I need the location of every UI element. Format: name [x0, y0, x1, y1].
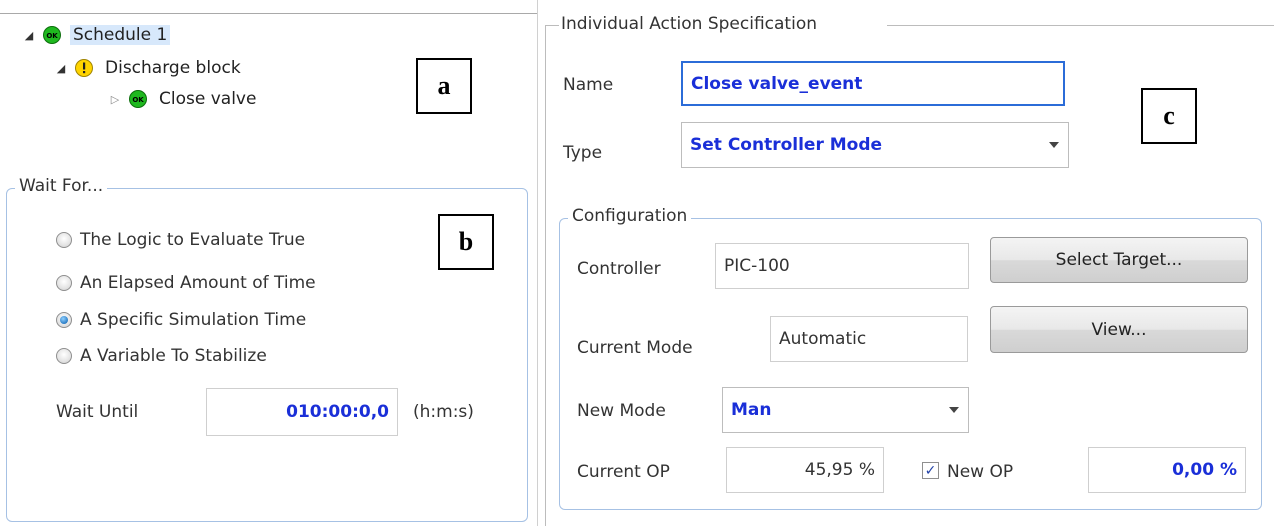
expand-triangle-icon[interactable]: ◢	[54, 62, 68, 75]
type-dropdown[interactable]: Set Controller Mode	[681, 122, 1069, 168]
current-mode-label: Current Mode	[577, 338, 693, 358]
svg-text:OK: OK	[46, 32, 58, 40]
type-value: Set Controller Mode	[690, 135, 883, 155]
dropdown-arrow-icon[interactable]	[949, 407, 959, 413]
name-label: Name	[563, 75, 614, 95]
current-op-label: Current OP	[577, 462, 670, 482]
controller-input[interactable]: PIC-100	[715, 243, 969, 289]
type-label: Type	[563, 143, 603, 163]
configuration-title: Configuration	[568, 206, 692, 226]
radio-variable-stabilize[interactable]: A Variable To Stabilize	[56, 346, 267, 366]
svg-text:OK: OK	[132, 96, 144, 104]
wait-until-unit: (h:m:s)	[413, 402, 474, 422]
ok-status-icon: OK	[43, 26, 61, 44]
group-frame-line	[887, 25, 1274, 26]
panel-divider	[0, 13, 537, 14]
schedule-tree-panel: ◢ OK Schedule 1 ◢ Discharge block ▷ OK C…	[0, 0, 537, 158]
ok-status-icon: OK	[129, 90, 147, 108]
tree-item-label: Schedule 1	[70, 25, 171, 45]
action-spec-title: Individual Action Specification	[561, 14, 817, 34]
check-icon: ✓	[924, 462, 937, 479]
tree-item-discharge-block[interactable]: ◢ Discharge block	[54, 55, 244, 81]
new-op-input[interactable]: 0,00 %	[1088, 447, 1246, 493]
wait-for-panel: Wait For... The Logic to Evaluate True A…	[0, 158, 537, 526]
current-op-input[interactable]: 45,95 %	[726, 447, 884, 493]
tree-item-close-valve[interactable]: ▷ OK Close valve	[108, 86, 259, 112]
warning-status-icon	[75, 59, 93, 77]
tree-item-label: Discharge block	[105, 58, 241, 78]
figure-label-b: b	[438, 214, 494, 270]
tree-item-schedule-1[interactable]: ◢ OK Schedule 1	[22, 22, 171, 48]
radio-label: A Variable To Stabilize	[80, 346, 267, 366]
collapsed-triangle-icon[interactable]: ▷	[108, 93, 122, 106]
wait-until-input[interactable]: 010:00:0,0	[206, 388, 398, 436]
expand-triangle-icon[interactable]: ◢	[22, 29, 36, 42]
dropdown-arrow-icon[interactable]	[1049, 142, 1059, 148]
group-frame-line	[545, 25, 546, 526]
new-mode-value: Man	[731, 400, 772, 420]
tree-item-label: Close valve	[159, 89, 257, 109]
radio-button[interactable]	[56, 348, 72, 364]
radio-elapsed-time[interactable]: An Elapsed Amount of Time	[56, 273, 316, 293]
radio-label: An Elapsed Amount of Time	[80, 273, 316, 293]
controller-label: Controller	[577, 259, 661, 279]
radio-logic-true[interactable]: The Logic to Evaluate True	[56, 230, 305, 250]
radio-label: The Logic to Evaluate True	[80, 230, 306, 250]
radio-button[interactable]	[56, 232, 72, 248]
new-op-label: New OP	[947, 462, 1014, 482]
figure-label-c: c	[1141, 88, 1197, 144]
wait-for-title: Wait For...	[15, 176, 108, 196]
wait-until-label: Wait Until	[56, 402, 139, 422]
figure-label-a: a	[416, 58, 472, 114]
select-target-button[interactable]: Select Target...	[990, 237, 1248, 283]
action-spec-panel: Individual Action Specification Name Clo…	[537, 0, 1274, 526]
view-button[interactable]: View...	[990, 306, 1248, 353]
new-mode-dropdown[interactable]: Man	[722, 387, 969, 433]
name-input[interactable]: Close valve_event	[681, 61, 1065, 106]
radio-button-selected[interactable]	[56, 312, 72, 328]
new-op-checkbox[interactable]: ✓	[922, 462, 939, 479]
group-frame-line	[545, 25, 559, 26]
radio-button[interactable]	[56, 275, 72, 291]
radio-specific-sim-time[interactable]: A Specific Simulation Time	[56, 310, 306, 330]
new-mode-label: New Mode	[577, 401, 666, 421]
current-mode-input[interactable]: Automatic	[770, 316, 968, 362]
radio-label: A Specific Simulation Time	[80, 310, 307, 330]
panel-divider	[537, 0, 538, 526]
